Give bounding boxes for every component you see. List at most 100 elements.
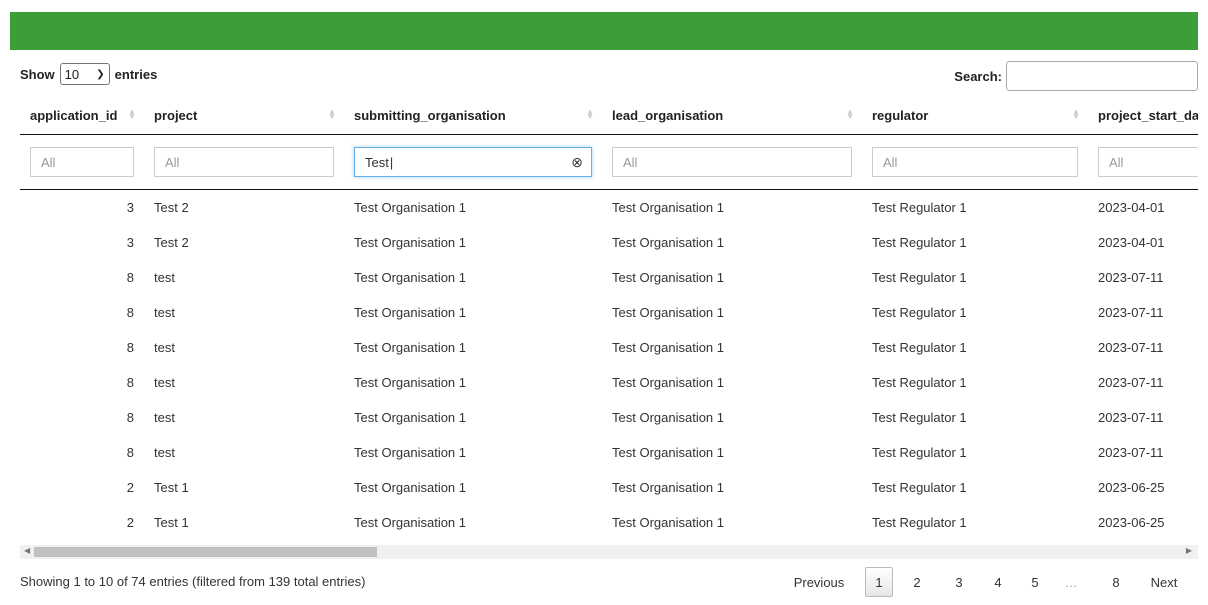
table-row: 2 Test 1 Test Organisation 1 Test Organisat… <box>20 470 1198 505</box>
table-cell: Test Organisation 1 <box>612 410 725 425</box>
table-info: Showing 1 to 10 of 74 entries (filtered … <box>20 574 366 589</box>
column-filter-input[interactable]: All <box>1098 147 1198 177</box>
filter-row: All All Test | ⊗ All All All <box>20 134 1198 190</box>
column-header-label: regulator <box>872 107 929 123</box>
table-cell: 2 <box>126 515 134 530</box>
table-cell: Test Regulator 1 <box>872 515 967 530</box>
table-cell: test <box>154 270 175 285</box>
table-row: 8 test Test Organisation 1 Test Organisatio… <box>20 435 1198 470</box>
table-cell: Test Organisation 1 <box>612 270 725 285</box>
column-filter-input[interactable]: All <box>612 147 852 177</box>
header-row: application_id ▲ ▼ project ▲ ▼ submitting_orga… <box>20 96 1198 135</box>
column-header[interactable]: submitting_organisation ▲ ▼ <box>344 96 602 135</box>
column-header-label: application_id <box>30 107 118 123</box>
column-filter-value: Test <box>365 154 389 170</box>
table-cell: 8 <box>126 305 134 320</box>
table-cell: Test Organisation 1 <box>354 410 467 425</box>
column-header[interactable]: lead_organisation ▲ ▼ <box>602 96 862 135</box>
table-row: 3 Test 2 Test Organisation 1 Test Organisat… <box>20 190 1198 226</box>
table-cell: 2023-07-11 <box>1098 305 1164 320</box>
table-cell: Test Organisation 1 <box>612 235 725 250</box>
table-cell: Test 2 <box>154 235 189 250</box>
scroll-left-icon[interactable]: ◀ <box>24 546 30 555</box>
column-filter-input[interactable]: All <box>154 147 334 177</box>
sort-icon: ▲ ▼ <box>128 107 136 121</box>
column-header[interactable]: application_id ▲ ▼ <box>20 96 144 135</box>
table-row: 2 Test 1 Test Organisation 1 Test Organisat… <box>20 505 1198 540</box>
table-cell: 2023-06-25 <box>1098 515 1165 530</box>
table-cell: Test Organisation 1 <box>354 480 467 495</box>
table-cell: Test Organisation 1 <box>354 200 467 215</box>
table-cell: test <box>154 340 175 355</box>
next-button[interactable]: Next <box>1144 567 1184 597</box>
table-cell: Test Regulator 1 <box>872 305 967 320</box>
table-cell: test <box>154 375 175 390</box>
column-filter-value: All <box>41 154 56 170</box>
table-cell: Test Regulator 1 <box>872 340 967 355</box>
table-cell: 2023-07-11 <box>1098 270 1164 285</box>
entries-per-page-select[interactable]: 10 ❯ <box>59 63 110 85</box>
table-cell: Test Organisation 1 <box>354 375 467 390</box>
sort-icon: ▲ ▼ <box>1072 107 1080 121</box>
table-cell: Test Organisation 1 <box>612 340 725 355</box>
table-cell: Test Regulator 1 <box>872 270 967 285</box>
column-header-label: project_start_date <box>1098 107 1198 123</box>
column-header[interactable]: project ▲ ▼ <box>144 96 344 135</box>
table-cell: test <box>154 410 175 425</box>
column-filter-input[interactable]: All <box>30 147 134 177</box>
filter-cell: All <box>862 134 1088 190</box>
table-cell: 8 <box>126 445 134 460</box>
filter-cell: All <box>144 134 344 190</box>
table-cell: 2023-07-11 <box>1098 340 1164 355</box>
filter-cell: Test | ⊗ <box>344 134 602 190</box>
page-button[interactable]: 3 <box>949 567 969 597</box>
search-control: Search: <box>954 61 1198 91</box>
column-filter-value: All <box>165 154 180 170</box>
previous-button[interactable]: Previous <box>780 567 858 597</box>
page-button[interactable]: 5 <box>1025 567 1045 597</box>
column-filter-value: All <box>1109 154 1124 170</box>
page-button[interactable]: 1 <box>865 567 893 597</box>
table-cell: 8 <box>126 410 134 425</box>
table-cell: test <box>154 305 175 320</box>
table-cell: 3 <box>126 235 134 250</box>
filter-cell: All <box>602 134 862 190</box>
entries-per-page-value: 10 <box>64 66 80 82</box>
page-button[interactable]: 2 <box>907 567 927 597</box>
table-cell: Test Organisation 1 <box>612 375 725 390</box>
column-header-label: lead_organisation <box>612 107 724 123</box>
page-button[interactable]: 4 <box>988 567 1008 597</box>
table-cell: 2023-06-25 <box>1098 480 1165 495</box>
table-cell: Test Organisation 1 <box>354 340 467 355</box>
column-header-label: project <box>154 107 198 123</box>
table-controls: Show 10 ❯ entries Search: <box>20 61 1198 93</box>
search-input[interactable] <box>1006 61 1198 91</box>
clear-filter-icon[interactable]: ⊗ <box>571 154 583 171</box>
sort-icon: ▲ ▼ <box>328 107 336 121</box>
table-row: 8 test Test Organisation 1 Test Organisatio… <box>20 295 1198 330</box>
page-button[interactable]: 8 <box>1106 567 1126 597</box>
table-cell: Test Organisation 1 <box>354 305 467 320</box>
column-filter-input[interactable]: All <box>872 147 1078 177</box>
scroll-right-icon[interactable]: ▶ <box>1186 546 1192 555</box>
table-row: 8 test Test Organisation 1 Test Organisatio… <box>20 330 1198 365</box>
table-cell: Test 1 <box>154 515 189 530</box>
column-filter-value: All <box>623 154 638 170</box>
column-filter-input[interactable]: Test | ⊗ <box>354 147 592 177</box>
table-cell: Test Organisation 1 <box>612 305 725 320</box>
table-cell: Test Organisation 1 <box>612 480 725 495</box>
table-cell: 2 <box>126 480 134 495</box>
column-header[interactable]: regulator ▲ ▼ <box>862 96 1088 135</box>
table-cell: Test Regulator 1 <box>872 410 967 425</box>
horizontal-scrollbar[interactable]: ◀ ▶ <box>20 545 1198 559</box>
table-cell: 8 <box>126 340 134 355</box>
table-cell: Test Regulator 1 <box>872 480 967 495</box>
data-table: application_id ▲ ▼ project ▲ ▼ submitting_orga… <box>20 96 1198 540</box>
search-label: Search: <box>954 68 1002 84</box>
table-body: 3 Test 2 Test Organisation 1 Test Organisat… <box>20 190 1198 541</box>
scrollbar-thumb[interactable] <box>34 547 377 557</box>
length-suffix: entries <box>114 66 158 82</box>
column-header[interactable]: project_start_date <box>1088 96 1198 135</box>
table-cell: Test Organisation 1 <box>354 235 467 250</box>
filter-cell: All <box>1088 134 1198 190</box>
